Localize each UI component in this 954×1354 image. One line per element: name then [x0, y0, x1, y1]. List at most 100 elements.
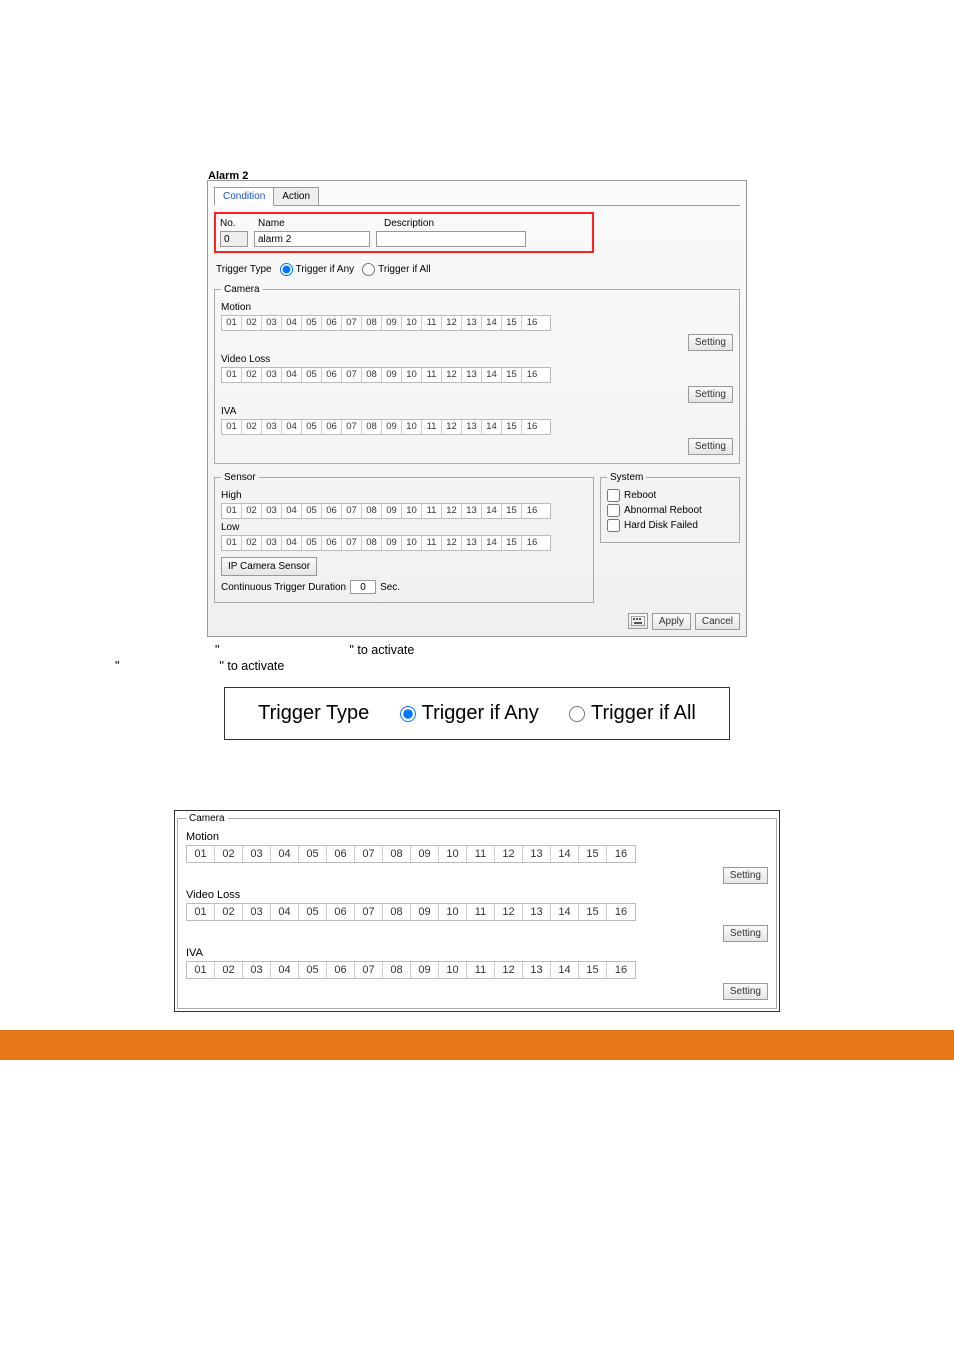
channel-cell[interactable]: 16 — [522, 536, 542, 550]
channel-cell[interactable]: 06 — [322, 420, 342, 434]
channel-cell[interactable]: 07 — [342, 536, 362, 550]
channel-cell[interactable]: 08 — [362, 536, 382, 550]
channel-cell[interactable]: 05 — [302, 504, 322, 518]
hdd-failed-checkbox[interactable] — [607, 519, 620, 532]
channel-cell[interactable]: 03 — [262, 368, 282, 382]
videoloss-setting-button[interactable]: Setting — [688, 386, 733, 403]
channel-cell[interactable]: 14 — [482, 316, 502, 330]
channel-cell[interactable]: 02 — [215, 962, 243, 978]
channel-cell[interactable]: 04 — [271, 962, 299, 978]
channel-cell[interactable]: 12 — [495, 846, 523, 862]
channel-cell[interactable]: 06 — [327, 962, 355, 978]
channel-cell[interactable]: 09 — [411, 846, 439, 862]
abnormal-reboot-checkbox-row[interactable]: Abnormal Reboot — [607, 504, 733, 517]
trigger-all-radio[interactable] — [362, 263, 375, 276]
channel-cell[interactable]: 05 — [299, 846, 327, 862]
channel-cell[interactable]: 04 — [271, 904, 299, 920]
channel-cell[interactable]: 02 — [242, 536, 262, 550]
channel-cell[interactable]: 06 — [327, 904, 355, 920]
channel-cell[interactable]: 14 — [482, 536, 502, 550]
channel-cell[interactable]: 03 — [262, 536, 282, 550]
channel-cell[interactable]: 01 — [222, 420, 242, 434]
channel-cell[interactable]: 07 — [342, 368, 362, 382]
channel-cell[interactable]: 10 — [402, 316, 422, 330]
channel-cell[interactable]: 04 — [282, 368, 302, 382]
channel-cell[interactable]: 09 — [382, 536, 402, 550]
channel-cell[interactable]: 02 — [242, 368, 262, 382]
tab-action[interactable]: Action — [273, 187, 319, 205]
channel-cell[interactable]: 05 — [302, 420, 322, 434]
channel-cell[interactable]: 11 — [422, 420, 442, 434]
channel-cell[interactable]: 09 — [411, 904, 439, 920]
reboot-checkbox-row[interactable]: Reboot — [607, 489, 733, 502]
channel-cell[interactable]: 04 — [282, 316, 302, 330]
channel-cell[interactable]: 10 — [402, 504, 422, 518]
channel-cell[interactable]: 11 — [422, 368, 442, 382]
channel-cell[interactable]: 02 — [215, 846, 243, 862]
channel-cell[interactable]: 08 — [362, 504, 382, 518]
apply-button[interactable]: Apply — [652, 613, 691, 630]
channel-cell[interactable]: 13 — [462, 420, 482, 434]
channel-cell[interactable]: 16 — [522, 316, 542, 330]
channel-cell[interactable]: 12 — [442, 536, 462, 550]
channel-cell[interactable]: 13 — [523, 904, 551, 920]
channel-cell[interactable]: 03 — [243, 904, 271, 920]
ip-camera-sensor-button[interactable]: IP Camera Sensor — [221, 557, 317, 576]
channel-cell[interactable]: 14 — [482, 504, 502, 518]
channel-cell[interactable]: 02 — [242, 316, 262, 330]
channel-cell[interactable]: 16 — [522, 504, 542, 518]
channel-cell[interactable]: 13 — [462, 504, 482, 518]
channel-cell[interactable]: 05 — [299, 962, 327, 978]
channel-cell[interactable]: 13 — [462, 316, 482, 330]
channel-cell[interactable]: 07 — [342, 420, 362, 434]
channel-cell[interactable]: 14 — [482, 368, 502, 382]
channel-cell[interactable]: 15 — [502, 316, 522, 330]
channel-cell[interactable]: 04 — [282, 536, 302, 550]
channel-cell[interactable]: 01 — [187, 904, 215, 920]
channel-cell[interactable]: 05 — [302, 316, 322, 330]
channel-cell[interactable]: 06 — [322, 504, 342, 518]
channel-cell[interactable]: 10 — [439, 904, 467, 920]
channel-cell[interactable]: 01 — [187, 962, 215, 978]
channel-cell[interactable]: 01 — [222, 316, 242, 330]
channel-cell[interactable]: 01 — [187, 846, 215, 862]
channel-cell[interactable]: 07 — [355, 962, 383, 978]
channel-cell[interactable]: 06 — [322, 368, 342, 382]
channel-cell[interactable]: 11 — [467, 904, 495, 920]
channel-cell[interactable]: 03 — [262, 420, 282, 434]
cancel-button[interactable]: Cancel — [695, 613, 740, 630]
channel-cell[interactable]: 10 — [402, 420, 422, 434]
channel-cell[interactable]: 04 — [282, 504, 302, 518]
channel-cell[interactable]: 04 — [282, 420, 302, 434]
channel-cell[interactable]: 12 — [442, 504, 462, 518]
channel-cell[interactable]: 13 — [523, 846, 551, 862]
abnormal-reboot-checkbox[interactable] — [607, 504, 620, 517]
channel-cell[interactable]: 03 — [262, 316, 282, 330]
channel-cell[interactable]: 15 — [579, 904, 607, 920]
channel-cell[interactable]: 11 — [467, 962, 495, 978]
channel-cell[interactable]: 11 — [422, 316, 442, 330]
channel-cell[interactable]: 14 — [551, 904, 579, 920]
channel-cell[interactable]: 16 — [607, 904, 635, 920]
channel-cell[interactable]: 07 — [342, 504, 362, 518]
channel-cell[interactable]: 05 — [302, 368, 322, 382]
name-input[interactable] — [254, 231, 370, 247]
channel-cell[interactable]: 15 — [502, 504, 522, 518]
description-input[interactable] — [376, 231, 526, 247]
iva-setting-button[interactable]: Setting — [688, 438, 733, 455]
channel-cell[interactable]: 15 — [579, 962, 607, 978]
closeup-trigger-all[interactable]: Trigger if All — [569, 702, 696, 725]
tab-condition[interactable]: Condition — [214, 187, 274, 206]
channel-cell[interactable]: 09 — [382, 368, 402, 382]
closeup-trigger-any-radio[interactable] — [400, 706, 416, 722]
channel-cell[interactable]: 08 — [362, 368, 382, 382]
closeup-motion-setting-button[interactable]: Setting — [723, 867, 768, 884]
closeup-trigger-any[interactable]: Trigger if Any — [400, 702, 539, 725]
channel-cell[interactable]: 03 — [243, 962, 271, 978]
channel-cell[interactable]: 06 — [322, 316, 342, 330]
channel-cell[interactable]: 02 — [242, 504, 262, 518]
channel-cell[interactable]: 01 — [222, 368, 242, 382]
closeup-videoloss-setting-button[interactable]: Setting — [723, 925, 768, 942]
channel-cell[interactable]: 09 — [382, 504, 402, 518]
channel-cell[interactable]: 04 — [271, 846, 299, 862]
